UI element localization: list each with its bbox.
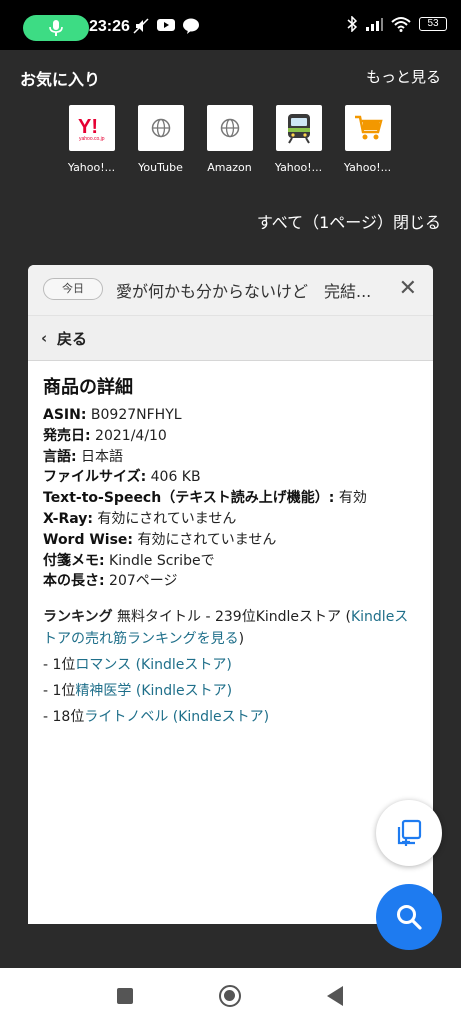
rank-prefix: - 18位	[43, 709, 85, 726]
detail-row: ASIN: B0927NFHYL	[43, 405, 418, 426]
category-link[interactable]: ライトノベル (Kindleストア)	[84, 709, 269, 725]
detail-value: B0927NFHYL	[86, 407, 182, 423]
detail-row: 言語: 日本語	[43, 447, 418, 468]
detail-value: Kindle Scribeで	[104, 552, 215, 569]
category-link[interactable]: ロマンス (Kindleストア)	[75, 657, 231, 673]
close-all-tabs-button[interactable]: すべて（1ページ）閉じる	[257, 209, 441, 233]
tab-card[interactable]: 今日 愛が何かも分からないけど 完結... ✕ ‹ 戻る 商品の詳細 ASIN:…	[28, 265, 433, 924]
system-nav-bar	[0, 968, 461, 1024]
svg-text:Y!: Y!	[78, 116, 98, 138]
ranking-label: ランキング	[43, 609, 113, 626]
mic-icon	[49, 20, 63, 36]
favorites-more-link[interactable]: もっと見る	[366, 66, 441, 87]
detail-row: X-Ray: 有効にされていません	[43, 509, 418, 530]
favorite-label: YouTube	[138, 161, 183, 174]
detail-row: Word Wise: 有効にされていません	[43, 530, 418, 551]
globe-icon	[151, 118, 170, 138]
product-details: 商品の詳細 ASIN: B0927NFHYL 発売日: 2021/4/10 言語…	[28, 361, 433, 728]
wifi-icon	[391, 17, 411, 32]
detail-key: Word Wise:	[43, 531, 134, 548]
detail-row: 発売日: 2021/4/10	[43, 426, 418, 447]
detail-key: ASIN:	[43, 407, 87, 423]
line-icon	[183, 18, 199, 34]
detail-row: 本の長さ: 207ページ	[43, 571, 418, 592]
add-tab-icon	[397, 819, 422, 846]
ranking-close: )	[238, 631, 245, 648]
favorites-row: Y! yahoo.co.jp Yahoo!... YouTube Amazon	[68, 105, 391, 174]
rank-prefix: - 1位	[43, 683, 76, 700]
youtube-icon	[157, 19, 175, 31]
detail-key: Text-to-Speech（テキスト読み上げ機能）:	[43, 490, 335, 507]
mic-indicator[interactable]	[23, 15, 89, 41]
home-icon[interactable]	[219, 985, 241, 1007]
back-bar[interactable]: ‹ 戻る	[28, 315, 433, 361]
tab-card-header: 今日 愛が何かも分からないけど 完結... ✕	[28, 265, 433, 315]
detail-row: Text-to-Speech（テキスト読み上げ機能）: 有効	[43, 488, 418, 509]
rank-line: - 18位ライトノベル (Kindleストア)	[43, 706, 418, 728]
new-tab-button[interactable]	[376, 800, 442, 866]
globe-icon	[220, 118, 239, 138]
favorite-item[interactable]: YouTube	[137, 105, 184, 174]
detail-value: 有効にされていません	[92, 510, 237, 527]
detail-key: 発売日:	[43, 427, 91, 444]
signal-icon	[366, 18, 383, 31]
train-icon	[287, 114, 310, 144]
favorite-item[interactable]: Amazon	[206, 105, 253, 174]
detail-value: 2021/4/10	[90, 427, 167, 444]
favorite-item[interactable]: Y! yahoo.co.jp Yahoo!...	[68, 105, 115, 174]
detail-key: X-Ray:	[43, 510, 93, 527]
detail-value: 日本語	[76, 448, 124, 465]
detail-key: ファイルサイズ:	[43, 469, 147, 486]
favorites-title: お気に入り	[20, 70, 101, 89]
favorite-label: Yahoo!...	[274, 161, 323, 174]
detail-value: 有効にされていません	[133, 531, 277, 548]
yahoo-icon: Y! yahoo.co.jp	[78, 116, 105, 142]
detail-row: 付箋メモ: Kindle Scribeで	[43, 551, 418, 572]
ranking-block: ランキング 無料タイトル - 239位Kindleストア (Kindleストアの…	[43, 606, 418, 650]
cart-icon	[354, 115, 383, 140]
battery-icon: 53	[419, 17, 447, 31]
rank-prefix: - 1位	[43, 657, 76, 674]
svg-text:yahoo.co.jp: yahoo.co.jp	[79, 136, 105, 142]
detail-key: 付箋メモ:	[43, 552, 105, 569]
detail-value: 207ページ	[104, 573, 178, 590]
clock: 23:26	[89, 18, 130, 35]
favorite-label: Yahoo!...	[67, 161, 116, 174]
detail-value: 有効	[334, 490, 367, 507]
search-button[interactable]	[376, 884, 442, 950]
recents-icon[interactable]	[117, 988, 133, 1004]
rank-line: - 1位ロマンス (Kindleストア)	[43, 654, 418, 676]
detail-value: 406 KB	[146, 469, 201, 486]
favorite-item[interactable]: Yahoo!...	[344, 105, 391, 174]
search-icon	[397, 905, 422, 930]
tab-title[interactable]: 愛が何かも分からないけど 完結...	[116, 278, 384, 302]
today-chip: 今日	[43, 278, 103, 300]
back-icon[interactable]	[327, 986, 343, 1006]
category-link[interactable]: 精神医学 (Kindleストア)	[75, 683, 232, 699]
favorite-item[interactable]: Yahoo!...	[275, 105, 322, 174]
details-heading: 商品の詳細	[43, 377, 133, 398]
rank-line: - 1位精神医学 (Kindleストア)	[43, 680, 418, 702]
mute-icon	[133, 18, 149, 34]
detail-key: 本の長さ:	[43, 573, 105, 590]
ranking-text: 無料タイトル - 239位Kindleストア (	[112, 609, 351, 626]
favorite-label: Amazon	[207, 161, 252, 174]
close-icon[interactable]: ✕	[399, 278, 417, 300]
status-bar: 23:26 53	[0, 0, 461, 50]
bluetooth-icon	[347, 16, 357, 32]
favorite-label: Yahoo!...	[343, 161, 392, 174]
chevron-left-icon: ‹	[41, 329, 48, 347]
detail-key: 言語:	[43, 448, 77, 465]
back-label[interactable]: 戻る	[57, 328, 87, 349]
detail-row: ファイルサイズ: 406 KB	[43, 467, 418, 488]
favorites-header: お気に入り もっと見る	[20, 66, 441, 89]
